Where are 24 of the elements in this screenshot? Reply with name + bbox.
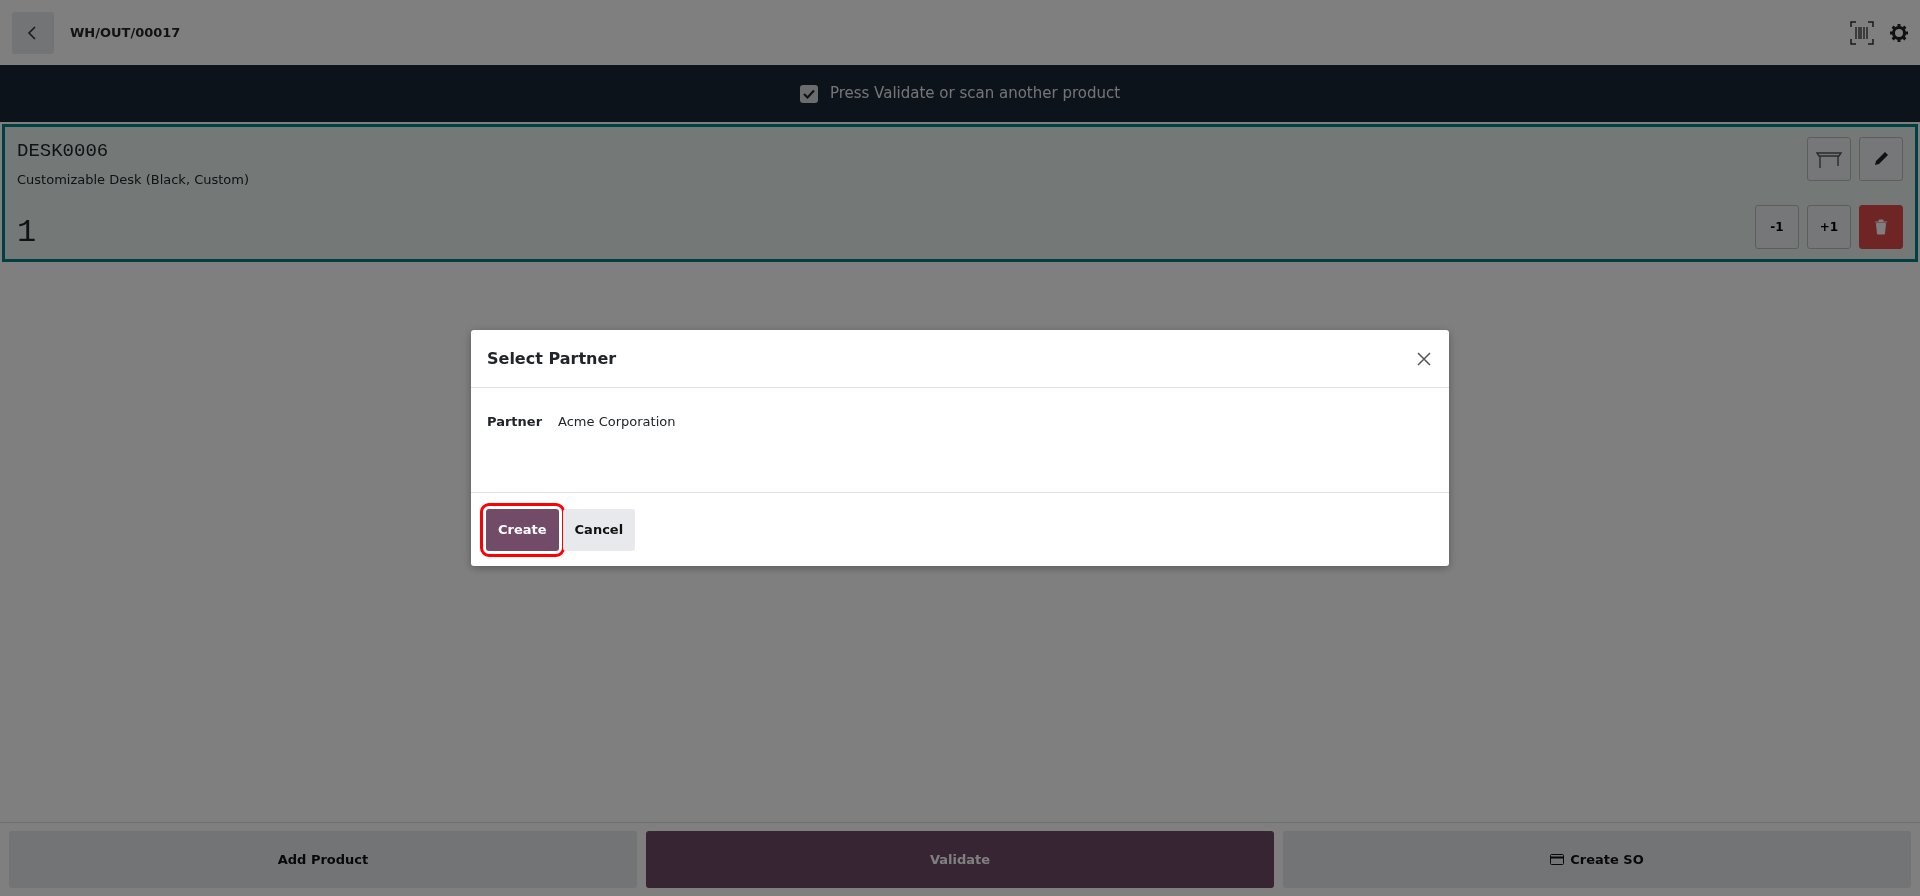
delete-button[interactable] [1859, 205, 1903, 249]
action-button[interactable]: Create SO [1283, 831, 1911, 888]
field-label: Partner [487, 413, 543, 431]
quantity-button[interactable]: -1 [1755, 205, 1799, 249]
page-title: WH/OUT/00017 [70, 23, 181, 42]
dialog-title: Select Partner [487, 348, 617, 369]
back-button[interactable] [12, 11, 54, 54]
trash-icon [1874, 219, 1888, 235]
product-code: DESK0006 [17, 139, 110, 164]
edit-button[interactable] [1859, 137, 1903, 181]
action-button[interactable]: Validate [646, 831, 1274, 888]
pencil-icon [1872, 150, 1890, 168]
product-name: Customizable Desk (Black, Custom) [17, 170, 250, 189]
barcode-scanner-icon[interactable] [1850, 20, 1874, 45]
action-button[interactable]: Add Product [9, 831, 637, 888]
settings-icon[interactable] [1890, 23, 1908, 42]
quantity-button[interactable]: +1 [1807, 205, 1851, 249]
quantity: 1 [17, 213, 38, 253]
desk-icon [1815, 149, 1843, 169]
cancel-button[interactable]: Cancel [562, 508, 636, 551]
banner-message: Press Validate or scan another product [829, 83, 1121, 105]
field-value: Acme Corporation [558, 413, 676, 431]
chevron-left-icon [27, 25, 39, 40]
product-thumbnail[interactable] [1807, 137, 1851, 181]
